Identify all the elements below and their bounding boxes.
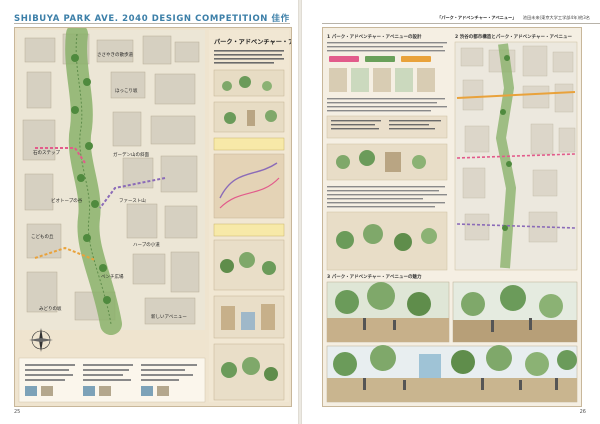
left-board: ささやきの散歩道 ほっこり坂 石のステップ ガーデン山の斜面 ビオトープの谷 フ… [14, 27, 292, 407]
map-label: ほっこり坂 [115, 87, 138, 94]
map-block [26, 71, 52, 109]
board-title: パーク・アドベンチャー・アベニュー [214, 38, 291, 46]
district-map: ささやきの散歩道 ほっこり坂 石のステップ ガーデン山の斜面 ビオトープの谷 フ… [17, 28, 205, 335]
map-label: ビオトープの谷 [51, 197, 83, 204]
legend-block [18, 357, 206, 403]
map-block [24, 173, 54, 211]
map-block [126, 203, 158, 239]
map-block [144, 297, 196, 325]
urban-structure-section: 2 渋谷の都市構造とパーク・アドベンチャー・アベニュー [454, 33, 578, 271]
section-title: 1 パーク・アドベンチャー・アベニューの設計 [327, 33, 422, 40]
map-block [160, 155, 198, 193]
tree [71, 106, 79, 114]
map-label: ファースト山 [119, 197, 146, 204]
tree [85, 142, 93, 150]
tree [83, 234, 91, 242]
perspective-sketch [452, 281, 578, 343]
callout-box [213, 137, 285, 151]
map-label: ハーブの小道 [133, 241, 160, 248]
map-label: みどりの坂 [39, 305, 62, 312]
section-title: 3 パーク・アドベンチャー・アベニューの魅力 [327, 273, 422, 280]
callout-box [213, 223, 285, 237]
page-number-left: 25 [14, 409, 21, 415]
map-block [96, 39, 134, 63]
section-title: 2 渋谷の都市構造とパーク・アドベンチャー・アベニュー [455, 33, 572, 40]
map-block [170, 251, 200, 293]
map-label: こどもの丘 [31, 233, 54, 240]
design-section: 1 パーク・アドベンチャー・アベニューの設計 [326, 33, 448, 271]
map-label: ベンチ広場 [101, 273, 124, 280]
right-board: 1 パーク・アドベンチャー・アベニューの設計 2 渋谷の都市構造とパーク・アドベ… [322, 27, 582, 407]
tree [99, 264, 107, 272]
left-board-illustration: ささやきの散歩道 ほっこり坂 石のステップ ガーデン山の斜面 ビオトープの谷 フ… [15, 28, 291, 406]
tree [77, 174, 85, 182]
map-block [26, 271, 58, 313]
map-block [150, 115, 196, 145]
header-rule-right [322, 23, 600, 24]
map-label: ささやきの散歩道 [97, 51, 133, 58]
entry-header: 「パーク・アドベンチャー・アベニュー」 池田未来(東京大学工学部4年)他3名 [437, 15, 590, 21]
tree [71, 54, 79, 62]
entry-title: 「パーク・アドベンチャー・アベニュー」 [437, 15, 517, 20]
perspective-sketch [326, 345, 578, 403]
map-block [142, 35, 172, 65]
map-label: 石のステップ [33, 150, 60, 156]
tree [83, 78, 91, 86]
map-block [132, 253, 166, 285]
header-rule-left [14, 23, 290, 24]
map-block [154, 73, 196, 105]
entry-team: 池田未来(東京大学工学部4年)他3名 [522, 15, 590, 20]
map-block [112, 111, 142, 147]
perspective-sketch [326, 281, 450, 343]
map-block [164, 205, 198, 239]
left-page: SHIBUYA PARK AVE. 2040 DESIGN COMPETITIO… [0, 0, 298, 424]
right-page: 「パーク・アドベンチャー・アベニュー」 池田未来(東京大学工学部4年)他3名 1… [302, 0, 600, 424]
topography-sketch [213, 153, 285, 219]
map-block [24, 37, 56, 63]
tree [91, 200, 99, 208]
right-board-illustration: 1 パーク・アドベンチャー・アベニューの設計 2 渋谷の都市構造とパーク・アドベ… [323, 28, 581, 406]
map-block [174, 41, 200, 63]
magazine-spread: SHIBUYA PARK AVE. 2040 DESIGN COMPETITIO… [0, 0, 600, 424]
map-label: ガーデン山の斜面 [113, 151, 149, 158]
page-number-right: 26 [579, 409, 586, 415]
tree [103, 296, 111, 304]
map-label: 新しいアベニュー [151, 313, 187, 320]
concept-column: パーク・アドベンチャー・アベニュー [209, 30, 291, 402]
map-block [26, 223, 62, 259]
map-block [110, 71, 146, 99]
